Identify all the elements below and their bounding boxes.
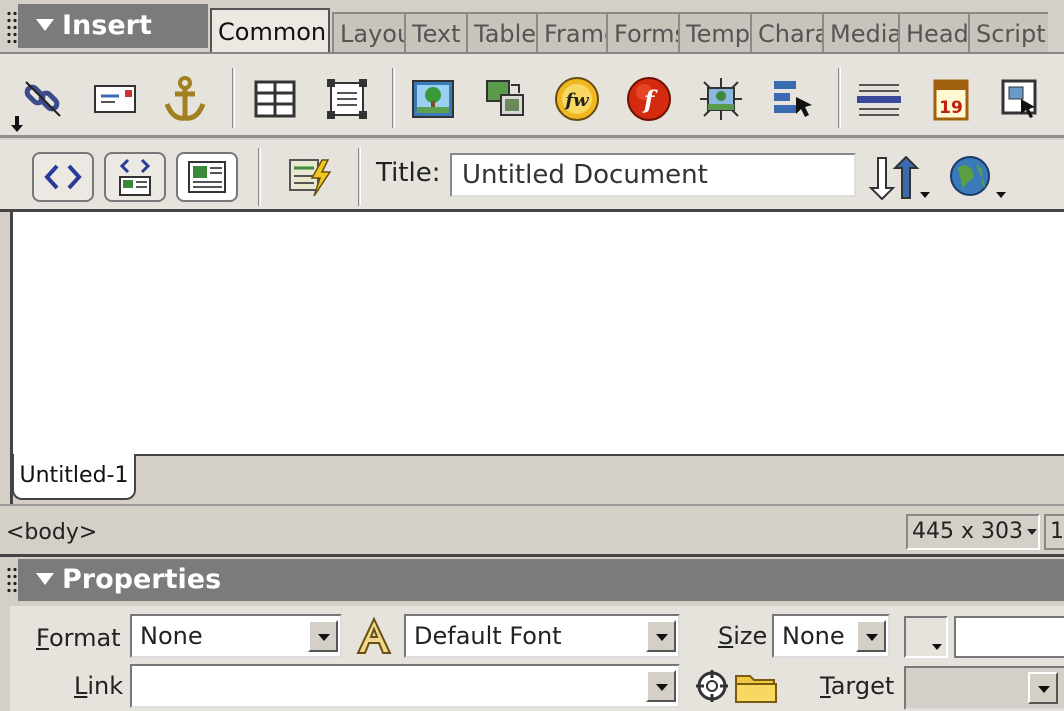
navigation-bar-icon[interactable] <box>768 74 818 124</box>
design-view-button[interactable] <box>176 152 238 202</box>
toolbar-separator <box>392 68 395 128</box>
email-link-icon[interactable] <box>90 74 140 124</box>
insert-panel-title[interactable]: Insert <box>36 8 152 44</box>
hyperlink-icon[interactable] <box>18 74 68 124</box>
comment-icon[interactable] <box>996 74 1046 124</box>
code-view-icon <box>44 164 82 190</box>
status-bar: <body> 445 x 303 1K <box>0 504 1064 554</box>
named-anchor-icon[interactable] <box>160 74 210 124</box>
tag-selector-body[interactable]: <body> <box>6 520 97 545</box>
format-label: Format <box>36 624 121 652</box>
properties-panel-grip-icon[interactable] <box>6 566 18 596</box>
chevron-down-icon[interactable] <box>646 670 676 702</box>
rollover-image-icon[interactable] <box>480 74 530 124</box>
document-design-area[interactable] <box>10 212 1064 456</box>
document-tab-untitled-1[interactable]: Untitled-1 <box>12 454 136 500</box>
toolbar-separator <box>358 148 361 206</box>
live-data-icon[interactable] <box>286 156 334 198</box>
image-icon[interactable] <box>408 74 458 124</box>
tab-head[interactable]: Head <box>898 12 968 52</box>
fireworks-html-icon[interactable]: fw <box>552 74 602 124</box>
browse-folder-icon[interactable] <box>734 670 778 704</box>
toolbar-separator <box>232 68 235 128</box>
chevron-down-icon[interactable] <box>646 620 676 652</box>
collapse-triangle-icon <box>36 18 54 31</box>
split-view-button[interactable] <box>104 152 166 202</box>
collapse-triangle-icon <box>36 572 54 585</box>
document-toolbar: Title: <box>0 140 1064 212</box>
tab-forms[interactable]: Forms <box>606 12 678 52</box>
svg-text:19: 19 <box>939 98 963 118</box>
document-title-input[interactable] <box>450 153 856 197</box>
chevron-down-icon[interactable] <box>1028 672 1058 704</box>
tab-script[interactable]: Script <box>968 12 1048 52</box>
chevron-down-icon <box>1027 529 1037 535</box>
flash-icon[interactable]: f <box>624 74 674 124</box>
css-style-icon[interactable] <box>354 616 394 656</box>
date-icon[interactable]: 19 <box>926 74 976 124</box>
design-view-icon <box>188 161 226 193</box>
file-management-icon[interactable] <box>868 155 930 201</box>
preview-in-browser-icon[interactable] <box>948 154 1010 200</box>
tab-layout[interactable]: Layout <box>332 12 404 52</box>
tab-frames[interactable]: Frames <box>536 12 606 52</box>
insert-panel-grip-icon[interactable] <box>6 10 18 46</box>
text-color-picker[interactable] <box>904 616 948 658</box>
format-select[interactable]: None <box>130 614 342 658</box>
image-placeholder-icon[interactable] <box>696 74 746 124</box>
tab-tables[interactable]: Tables <box>466 12 536 52</box>
size-label: Size <box>718 622 768 650</box>
toolbar-separator <box>838 68 841 128</box>
tab-media[interactable]: Media <box>822 12 898 52</box>
point-to-file-icon[interactable] <box>694 668 730 704</box>
horizontal-rule-icon[interactable] <box>854 74 904 124</box>
tab-characters[interactable]: Characters <box>750 12 822 52</box>
tab-text[interactable]: Text <box>404 12 466 52</box>
chevron-down-icon[interactable] <box>308 620 338 652</box>
draw-layer-icon[interactable] <box>322 74 372 124</box>
link-input[interactable] <box>130 664 680 708</box>
font-select[interactable]: Default Font <box>404 614 680 658</box>
properties-panel-title[interactable]: Properties <box>36 561 221 599</box>
download-size-indicator: 1K <box>1044 514 1064 550</box>
size-select[interactable]: None <box>772 614 890 658</box>
document-tab-strip <box>10 454 1064 504</box>
chevron-down-icon[interactable] <box>856 620 886 652</box>
text-color-field[interactable] <box>954 616 1064 658</box>
link-label: Link <box>74 672 124 700</box>
target-select[interactable] <box>904 666 1064 710</box>
title-label: Title: <box>376 158 441 188</box>
toolbar-separator <box>258 148 261 206</box>
table-icon[interactable] <box>250 74 300 124</box>
tab-templates[interactable]: Templates <box>678 12 750 52</box>
down-arrow-icon[interactable] <box>10 116 24 132</box>
window-size-dropdown[interactable]: 445 x 303 <box>906 514 1040 550</box>
tab-common[interactable]: Common <box>210 8 330 52</box>
code-view-button[interactable] <box>32 152 94 202</box>
target-label: Target <box>820 672 895 700</box>
insert-category-tabs: Common Layout Text Tables Frames Forms T… <box>210 8 1048 52</box>
split-view-icon <box>119 158 151 196</box>
insert-toolbar: fw f 19 <box>0 52 1064 138</box>
svg-text:fw: fw <box>563 90 590 111</box>
